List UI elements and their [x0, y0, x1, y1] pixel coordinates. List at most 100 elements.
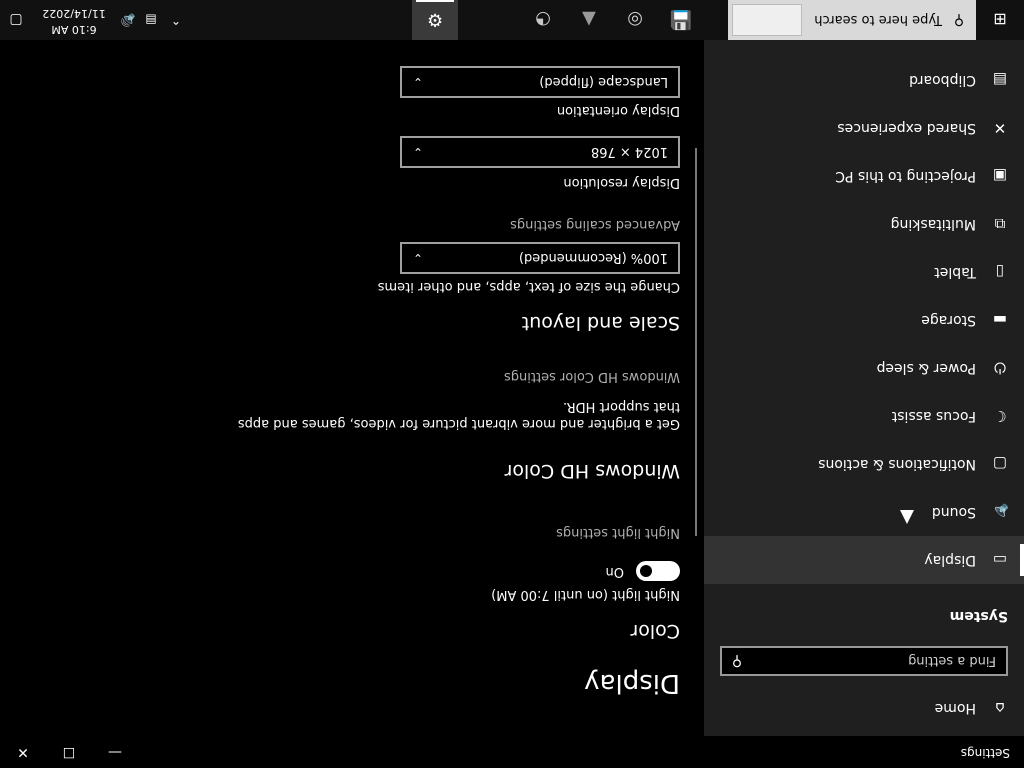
resolution-dropdown[interactable]: 1024 × 768 ⌄	[400, 136, 680, 168]
resolution-value: 1024 × 768	[590, 144, 668, 160]
clock-time: 6:10 AM	[51, 23, 97, 36]
taskbar-app-chrome[interactable]: ◎	[612, 0, 658, 40]
sidebar-item-label: Display	[924, 552, 976, 568]
maximize-icon: ☐	[62, 744, 76, 760]
minimize-button[interactable]: —	[92, 736, 138, 768]
scale-value: 100% (Recommended)	[518, 250, 668, 266]
chevron-down-icon: ⌄	[412, 251, 424, 265]
tablet-icon: ▯	[995, 263, 1005, 281]
photos-icon: ▲	[582, 9, 596, 31]
taskbar-app-save[interactable]: 💾	[658, 0, 704, 40]
orientation-value: Landscape (flipped)	[539, 74, 668, 90]
search-highlight-image	[732, 4, 802, 36]
advanced-scaling-link[interactable]: Advanced scaling settings	[510, 217, 680, 232]
sidebar-item-tablet[interactable]: ▯ Tablet	[704, 248, 1024, 296]
night-light-settings-link[interactable]: Night light settings	[556, 525, 680, 540]
active-indicator	[1020, 544, 1024, 576]
sidebar-item-label: Notifications & actions	[818, 456, 976, 472]
clock[interactable]: 6:10 AM 11/14/2022	[34, 5, 114, 37]
taskbar-app-photos[interactable]: ▲	[566, 0, 612, 40]
taskbar-search-placeholder: Type here to search	[814, 12, 942, 28]
volume-tray-button[interactable]: 🔊	[116, 0, 140, 40]
left-navigation: ⌂ Home Find a setting ⚲ System ▭ Display…	[704, 8, 1024, 736]
volume-icon: 🔊	[120, 13, 136, 27]
sidebar-item-label: Focus assist	[891, 408, 976, 424]
sidebar-item-sound[interactable]: 🔈 Sound	[704, 488, 1024, 536]
sidebar-item-notifications[interactable]: ▢ Notifications & actions	[704, 440, 1024, 488]
clipboard-icon: ▤	[992, 71, 1008, 89]
scale-dropdown[interactable]: 100% (Recommended) ⌄	[400, 242, 680, 274]
speaker-icon: 🔈	[990, 503, 1010, 521]
share-icon: ✕	[993, 119, 1007, 137]
search-icon: ⚲	[953, 12, 965, 28]
hd-color-description: Get a brighter and more vibrant picture …	[237, 399, 680, 431]
sidebar-item-projecting[interactable]: ▣ Projecting to this PC	[704, 152, 1024, 200]
section-header-scale-layout: Scale and layout	[521, 312, 680, 334]
sidebar-item-label: Shared experiences	[837, 120, 976, 136]
tray-chevron[interactable]: ⌃	[164, 0, 188, 40]
scale-label: Change the size of text, apps, and other…	[377, 279, 680, 294]
taskbar-app-edge[interactable]: ◔	[520, 0, 566, 40]
floppy-icon: 💾	[669, 9, 693, 31]
section-header-system: System	[949, 608, 1008, 624]
moon-icon: ☾	[993, 407, 1007, 425]
sidebar-item-clipboard[interactable]: ▤ Clipboard	[704, 56, 1024, 104]
chrome-icon: ◎	[627, 9, 643, 31]
sidebar-item-label: Projecting to this PC	[835, 168, 976, 184]
sidebar-item-multitasking[interactable]: ⧉ Multitasking	[704, 200, 1024, 248]
section-header-hd-color: Windows HD Color	[504, 460, 680, 482]
notification-icon: ▢	[9, 12, 23, 28]
close-button[interactable]: ✕	[0, 736, 46, 768]
sidebar-item-label: Tablet	[934, 264, 976, 280]
taskbar-search-box[interactable]: ⚲ Type here to search	[728, 0, 976, 40]
gear-icon: ⚙	[426, 9, 444, 31]
orientation-dropdown[interactable]: Landscape (flipped) ⌄	[400, 66, 680, 98]
search-input[interactable]: Find a setting	[752, 654, 1006, 669]
action-center-button[interactable]: ▢	[0, 0, 32, 40]
night-light-label: Night light (on until 7:00 AM)	[491, 587, 680, 602]
edge-icon: ◔	[535, 9, 551, 31]
find-setting-search[interactable]: Find a setting ⚲	[720, 646, 1008, 676]
taskbar-app-settings[interactable]: ⚙	[412, 0, 458, 40]
sidebar-item-shared-experiences[interactable]: ✕ Shared experiences	[704, 104, 1024, 152]
sidebar-item-power-sleep[interactable]: ⏻ Power & sleep	[704, 344, 1024, 392]
maximize-button[interactable]: ☐	[46, 736, 92, 768]
system-nav-list: ▭ Display 🔈 Sound ▢ Notifications & acti…	[704, 56, 1024, 584]
display-settings-content: Display Color Night light (on until 7:00…	[0, 40, 704, 736]
orientation-label: Display orientation	[556, 103, 680, 118]
night-light-toggle[interactable]	[636, 561, 680, 581]
sidebar-item-label: Power & sleep	[876, 360, 976, 376]
hd-color-settings-link[interactable]: Windows HD Color settings	[504, 369, 680, 384]
night-light-state: On	[605, 564, 624, 579]
sidebar-item-label: Clipboard	[909, 72, 976, 88]
sidebar-item-focus-assist[interactable]: ☾ Focus assist	[704, 392, 1024, 440]
clock-date: 11/14/2022	[42, 7, 106, 20]
section-header-color: Color	[630, 620, 680, 642]
nav-home[interactable]: ⌂ Home	[704, 688, 1024, 728]
chevron-up-icon: ⌃	[170, 13, 182, 27]
taskbar: ⊞ ⚲ Type here to search 💾 ◎ ▲ ◔ ⚙ ⌃ ▤ 🔊 …	[0, 0, 1024, 40]
resolution-label: Display resolution	[563, 175, 680, 190]
sidebar-item-display[interactable]: ▭ Display	[704, 536, 1024, 584]
toggle-knob	[640, 565, 652, 577]
page-title: Display	[584, 668, 680, 698]
mouse-pointer	[900, 510, 914, 524]
close-icon: ✕	[17, 744, 29, 760]
screen: Settings — ☐ ✕ ⌂ Home Find a setting ⚲ S…	[0, 0, 1024, 768]
sidebar-item-storage[interactable]: ▬ Storage	[704, 296, 1024, 344]
network-icon: ▤	[145, 13, 157, 27]
network-tray-button[interactable]: ▤	[140, 0, 162, 40]
message-icon: ▢	[992, 455, 1008, 473]
start-button[interactable]: ⊞	[976, 0, 1024, 40]
running-indicator	[416, 0, 454, 2]
home-icon: ⌂	[995, 699, 1005, 717]
content-scrollbar[interactable]	[695, 148, 697, 536]
chevron-down-icon: ⌄	[412, 75, 424, 89]
monitor-icon: ▭	[992, 551, 1008, 569]
storage-icon: ▬	[992, 311, 1008, 329]
windows-logo-icon: ⊞	[993, 10, 1007, 30]
minimize-icon: —	[108, 744, 122, 760]
chevron-down-icon: ⌄	[412, 145, 424, 159]
projector-icon: ▣	[992, 167, 1008, 185]
nav-home-label: Home	[934, 700, 976, 716]
